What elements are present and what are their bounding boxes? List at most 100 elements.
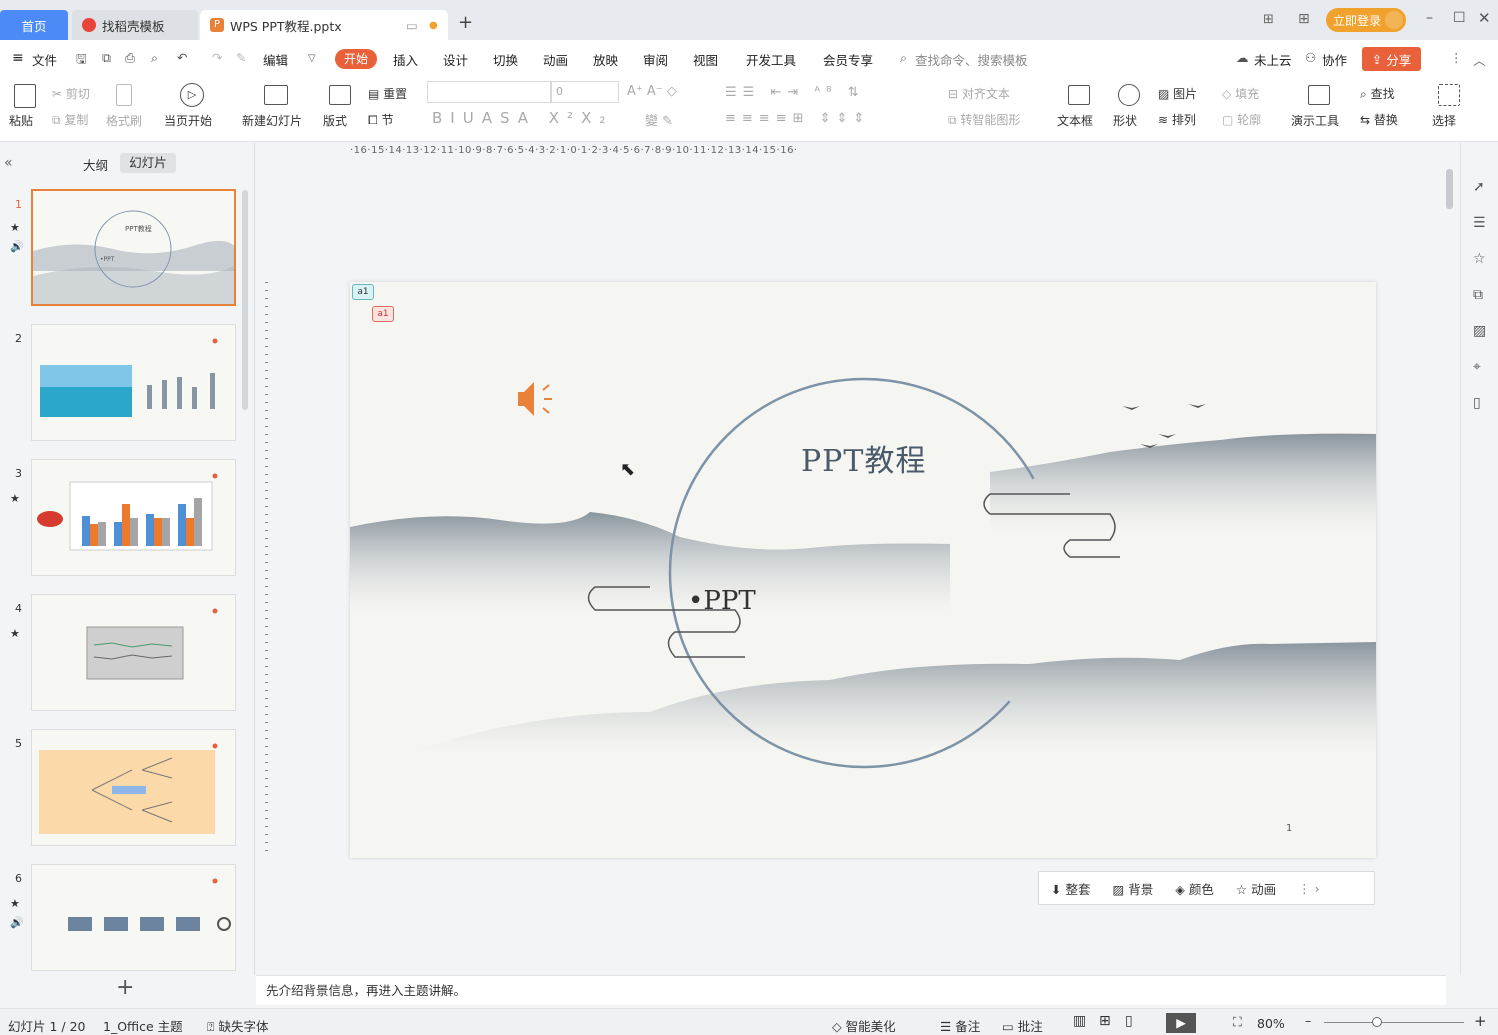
slide-subtitle[interactable]: •PPT [688,586,756,616]
find-button[interactable]: 查找 [1371,87,1395,101]
collab-button[interactable]: 协作 [1322,50,1347,69]
paragraph-align-icons[interactable]: ≡≡≡≡⊞ ⇕⇕⇕ [725,111,870,126]
theme-name[interactable]: 1_Office 主题 [103,1016,183,1035]
zoom-slider-thumb[interactable] [1372,1017,1382,1027]
preview-icon[interactable]: ⌕ [151,50,158,66]
close-icon[interactable]: ✕ [1478,9,1491,27]
menu-review[interactable]: 审阅 [643,50,668,69]
comment-marker[interactable]: a1 [372,306,394,322]
apps-grid-icon[interactable]: ⊞ [1298,11,1310,27]
slide-thumbnail-6[interactable] [31,864,236,971]
tab-document[interactable]: P WPS PPT教程.pptx ▭ ● [200,10,448,40]
menu-developer[interactable]: 开发工具 [746,50,796,69]
menu-design[interactable]: 设计 [443,50,468,69]
textbox-button[interactable]: 文本框 [1057,112,1093,129]
new-tab-icon[interactable]: + [458,12,473,33]
font-size-tools[interactable]: A⁺ A⁻ ◇ [627,84,677,99]
normal-view-icon[interactable]: ▥ [1073,1013,1086,1029]
text-format-icons[interactable]: BIUASA X²X₂ [432,109,613,127]
hamburger-icon[interactable]: ≡ [12,50,24,66]
location-icon[interactable]: ⌖ [1473,359,1481,375]
star-icon[interactable]: ☆ [1473,251,1486,267]
copy-icon[interactable]: ⧉ [1473,287,1483,303]
sorter-view-icon[interactable]: ⊞ [1099,1013,1111,1029]
color-button[interactable]: ◈ 颜色 [1175,879,1214,898]
phonetic-icon[interactable]: 變 ✎ [645,110,673,129]
menu-insert[interactable]: 插入 [393,50,418,69]
select-icon[interactable] [1438,84,1460,106]
notes-button[interactable]: ☰ 备注 [940,1016,980,1035]
panel-scrollbar[interactable] [242,190,248,410]
vertical-scrollbar[interactable] [1443,143,1457,975]
save-icon[interactable]: 🖫 [76,50,87,71]
slide-canvas[interactable]: PPT教程 •PPT 1 a1 a1 [350,282,1376,858]
more-icon[interactable]: ⋮ › [1298,881,1319,896]
list-icons[interactable]: ☰☰ ⇤⇥ ᴬᴮ ⇅ [725,85,865,100]
menu-view[interactable]: 视图 [693,50,718,69]
beautify-button[interactable]: ◇ 智能美化 [832,1016,896,1035]
play-icon[interactable]: ▷ [180,83,204,107]
add-slide-icon[interactable]: + [116,975,134,1000]
copy-button[interactable]: 复制 [64,113,88,127]
reading-view-icon[interactable]: ▯ [1125,1013,1133,1029]
collapse-ribbon-icon[interactable]: ︿ [1473,50,1486,69]
chevron-down-icon[interactable]: ▽ [308,53,316,64]
search-command-input[interactable]: 查找命令、搜索模板 [915,50,1028,69]
font-size-select[interactable]: 0 [551,81,619,103]
tab-slides[interactable]: 幻灯片 [120,153,176,173]
layout-icon[interactable] [329,85,351,105]
slideshow-play-icon[interactable]: ▶ [1166,1013,1196,1033]
slide-thumbnail-5[interactable] [31,729,236,846]
reset-button[interactable]: 重置 [383,87,407,101]
theme-button[interactable]: ⬇ 整套 [1051,879,1090,898]
zoom-out-icon[interactable]: – [1305,1013,1311,1028]
comment-marker[interactable]: a1 [352,284,374,300]
presenter-tools-icon[interactable] [1308,85,1330,105]
more-icon[interactable]: ⋮ [1450,50,1463,65]
menu-file[interactable]: 文件 [32,50,57,69]
zoom-in-icon[interactable]: + [1474,1012,1487,1030]
play-from-current-button[interactable]: 当页开始 [164,112,212,129]
align-text-button[interactable]: ⊟ 对齐文本 [948,85,1010,102]
cut-button[interactable]: 剪切 [66,87,90,101]
animation-button[interactable]: ☆ 动画 [1236,879,1276,898]
share-button[interactable]: ⇪ 分享 [1362,47,1421,71]
slide-thumbnail-4[interactable] [31,594,236,711]
speaker-notes[interactable]: 先介绍背景信息，再进入主题讲解。 [256,975,1446,1005]
menu-member[interactable]: 会员专享 [823,50,873,69]
redo-icon[interactable]: ↷ [212,50,222,65]
select-button[interactable]: 选择 [1432,112,1456,129]
shape-button[interactable]: 形状 [1113,112,1137,129]
image-icon[interactable]: ▨ [1473,323,1486,339]
smart-graphic-button[interactable]: ⧉ 转智能图形 [948,111,1020,128]
menu-animation[interactable]: 动画 [543,50,568,69]
tab-home[interactable]: 首页 [0,10,68,40]
presenter-tools-button[interactable]: 演示工具 [1291,112,1339,129]
picture-button[interactable]: 图片 [1173,87,1197,101]
book-icon[interactable]: ▯ [1473,395,1481,411]
menu-edit[interactable]: 编辑 [263,50,288,69]
zoom-level[interactable]: 80% [1257,1016,1285,1031]
zoom-slider[interactable] [1324,1022,1464,1023]
maximize-icon[interactable]: ☐ [1453,10,1466,26]
rocket-icon[interactable]: ➚ [1473,179,1485,195]
missing-fonts-button[interactable]: ⍰ 缺失字体 [207,1016,269,1035]
collapse-panel-icon[interactable]: « [4,155,13,171]
font-name-select[interactable] [427,81,551,103]
slide-thumbnail-2[interactable] [31,324,236,441]
brush-icon[interactable]: ✎ [236,50,246,65]
slide-title[interactable]: PPT教程 [801,436,926,480]
layout-icon[interactable]: ⊞ [1263,12,1274,27]
print-icon[interactable]: ⎙ [125,50,135,66]
comments-button[interactable]: ▭ 批注 [1002,1016,1043,1035]
tab-outline[interactable]: 大纲 [83,155,108,174]
menu-start[interactable]: 开始 [335,49,377,69]
minimize-icon[interactable]: – [1426,10,1433,26]
format-painter-button[interactable]: 格式刷 [106,112,142,129]
new-slide-icon[interactable] [264,85,288,105]
replace-button[interactable]: 替换 [1374,113,1398,127]
layout-button[interactable]: 版式 [323,112,347,129]
fit-icon[interactable]: ⛶ [1233,1014,1242,1030]
cloud-status[interactable]: 未上云 [1254,50,1292,69]
settings-sliders-icon[interactable]: ☰ [1473,215,1486,231]
